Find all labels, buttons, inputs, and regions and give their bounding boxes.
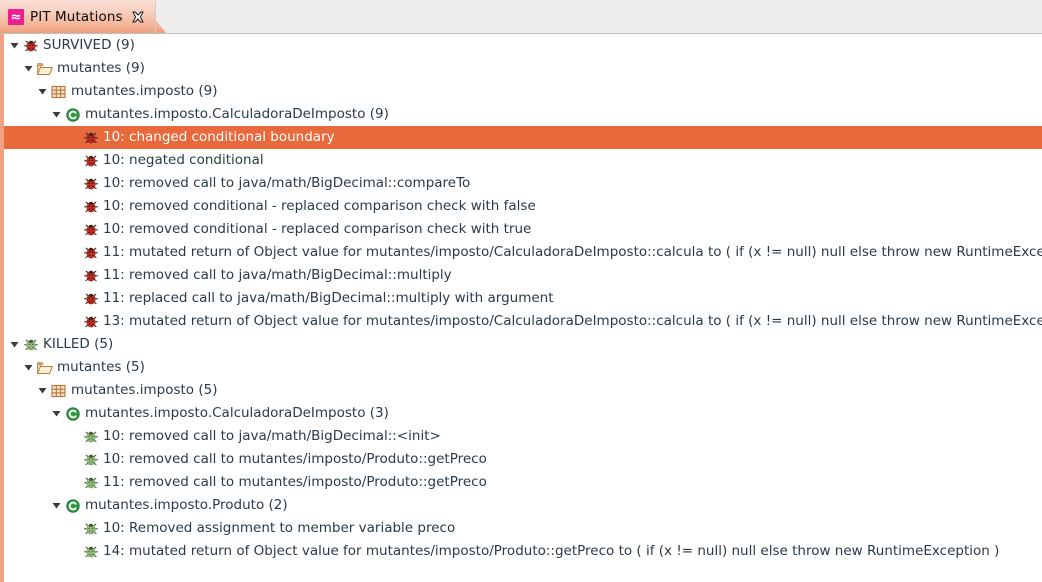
twisty-expanded-icon[interactable] xyxy=(50,407,63,420)
tree-row-label: mutantes.imposto (9) xyxy=(71,83,218,99)
folder-open-icon xyxy=(36,360,53,376)
tree-row[interactable]: 10: removed call to mutantes/imposto/Pro… xyxy=(4,448,1042,471)
tree-row-label: mutantes.imposto.CalculadoraDeImposto (9… xyxy=(85,106,389,122)
class-icon xyxy=(64,406,81,422)
bug-red-icon xyxy=(82,199,99,215)
tree-row[interactable]: mutantes (5) xyxy=(4,356,1042,379)
tree-row[interactable]: 10: negated conditional xyxy=(4,149,1042,172)
tree-row[interactable]: mutantes.imposto (5) xyxy=(4,379,1042,402)
tree-row-label: KILLED (5) xyxy=(43,336,114,352)
tree-row-label: 10: removed call to mutantes/imposto/Pro… xyxy=(103,451,487,467)
bug-red-icon xyxy=(82,176,99,192)
tree-row[interactable]: 10: removed conditional - replaced compa… xyxy=(4,218,1042,241)
tree-row-label: mutantes.imposto.CalculadoraDeImposto (3… xyxy=(85,405,389,421)
twisty-expanded-icon[interactable] xyxy=(22,62,35,75)
tree-row[interactable]: 11: removed call to java/math/BigDecimal… xyxy=(4,264,1042,287)
tree-row-label: 11: mutated return of Object value for m… xyxy=(103,244,1042,260)
twisty-expanded-icon[interactable] xyxy=(36,384,49,397)
twisty-expanded-icon[interactable] xyxy=(8,39,21,52)
tree-row-label: 11: removed call to mutantes/imposto/Pro… xyxy=(103,474,487,490)
tree-row[interactable]: 10: changed conditional boundary xyxy=(4,126,1042,149)
bug-red-icon xyxy=(82,130,99,146)
tab-title: PIT Mutations xyxy=(30,9,123,25)
bug-red-icon xyxy=(22,38,39,54)
tree-row-label: 10: removed conditional - replaced compa… xyxy=(103,221,532,237)
tree-row[interactable]: mutantes.imposto.Produto (2) xyxy=(4,494,1042,517)
bug-green-icon xyxy=(82,452,99,468)
tree-row[interactable]: SURVIVED (9) xyxy=(4,34,1042,57)
tree-row[interactable]: 10: Removed assignment to member variabl… xyxy=(4,517,1042,540)
tree-row[interactable]: 11: removed call to mutantes/imposto/Pro… xyxy=(4,471,1042,494)
close-icon[interactable] xyxy=(131,10,145,24)
class-icon xyxy=(64,498,81,514)
mutations-tree[interactable]: SURVIVED (9) mutantes (9) mutantes.imposto… xyxy=(0,34,1042,582)
tree-row-label: 13: mutated return of Object value for m… xyxy=(103,313,1042,329)
bug-green-icon xyxy=(22,337,39,353)
tree-row[interactable]: mutantes.imposto.CalculadoraDeImposto (9… xyxy=(4,103,1042,126)
twisty-expanded-icon[interactable] xyxy=(8,338,21,351)
tree-row[interactable]: 10: removed call to java/math/BigDecimal… xyxy=(4,172,1042,195)
tree-row[interactable]: mutantes (9) xyxy=(4,57,1042,80)
tab-bar: ≈ PIT Mutations xyxy=(0,0,1042,34)
bug-red-icon xyxy=(82,222,99,238)
tree-row[interactable]: 11: replaced call to java/math/BigDecima… xyxy=(4,287,1042,310)
class-icon xyxy=(64,107,81,123)
tree-row[interactable]: 11: mutated return of Object value for m… xyxy=(4,241,1042,264)
tree-row-label: mutantes.imposto.Produto (2) xyxy=(85,497,288,513)
twisty-expanded-icon[interactable] xyxy=(36,85,49,98)
tree-row-label: mutantes (5) xyxy=(57,359,145,375)
bug-green-icon xyxy=(82,475,99,491)
tree-row[interactable]: 10: removed conditional - replaced compa… xyxy=(4,195,1042,218)
tree-row-label: mutantes (9) xyxy=(57,60,145,76)
bug-green-icon xyxy=(82,429,99,445)
tree-row-label: 11: removed call to java/math/BigDecimal… xyxy=(103,267,452,283)
package-icon xyxy=(50,383,67,399)
tree-row-label: 11: replaced call to java/math/BigDecima… xyxy=(103,290,554,306)
bug-green-icon xyxy=(82,521,99,537)
tree-row[interactable]: mutantes.imposto.CalculadoraDeImposto (3… xyxy=(4,402,1042,425)
package-icon xyxy=(50,84,67,100)
tree-row-label: 14: mutated return of Object value for m… xyxy=(103,543,1000,559)
tree-row[interactable]: mutantes.imposto (9) xyxy=(4,80,1042,103)
tree-row-label: mutantes.imposto (5) xyxy=(71,382,218,398)
bug-red-icon xyxy=(82,153,99,169)
tree-row-label: 10: removed conditional - replaced compa… xyxy=(103,198,536,214)
bug-red-icon xyxy=(82,268,99,284)
tab-pit-mutations[interactable]: ≈ PIT Mutations xyxy=(0,0,156,33)
pit-mutations-icon: ≈ xyxy=(8,9,24,25)
pit-mutations-view: ≈ PIT Mutations SURVIVED (9) mutantes (9)… xyxy=(0,0,1042,582)
tree-row[interactable]: 14: mutated return of Object value for m… xyxy=(4,540,1042,563)
bug-green-icon xyxy=(82,544,99,560)
folder-open-icon xyxy=(36,61,53,77)
tree-row-label: 10: negated conditional xyxy=(103,152,264,168)
tree-row-label: 10: Removed assignment to member variabl… xyxy=(103,520,456,536)
tree-row-label: SURVIVED (9) xyxy=(43,37,135,53)
tree-row-label: 10: removed call to java/math/BigDecimal… xyxy=(103,175,471,191)
tree-row-label: 10: changed conditional boundary xyxy=(103,129,335,145)
bug-red-icon xyxy=(82,291,99,307)
tree-row[interactable]: 10: removed call to java/math/BigDecimal… xyxy=(4,425,1042,448)
bug-red-icon xyxy=(82,314,99,330)
tree-row[interactable]: KILLED (5) xyxy=(4,333,1042,356)
tree-row[interactable]: 13: mutated return of Object value for m… xyxy=(4,310,1042,333)
twisty-expanded-icon[interactable] xyxy=(50,499,63,512)
tree-row-label: 10: removed call to java/math/BigDecimal… xyxy=(103,428,441,444)
bug-red-icon xyxy=(82,245,99,261)
twisty-expanded-icon[interactable] xyxy=(50,108,63,121)
twisty-expanded-icon[interactable] xyxy=(22,361,35,374)
